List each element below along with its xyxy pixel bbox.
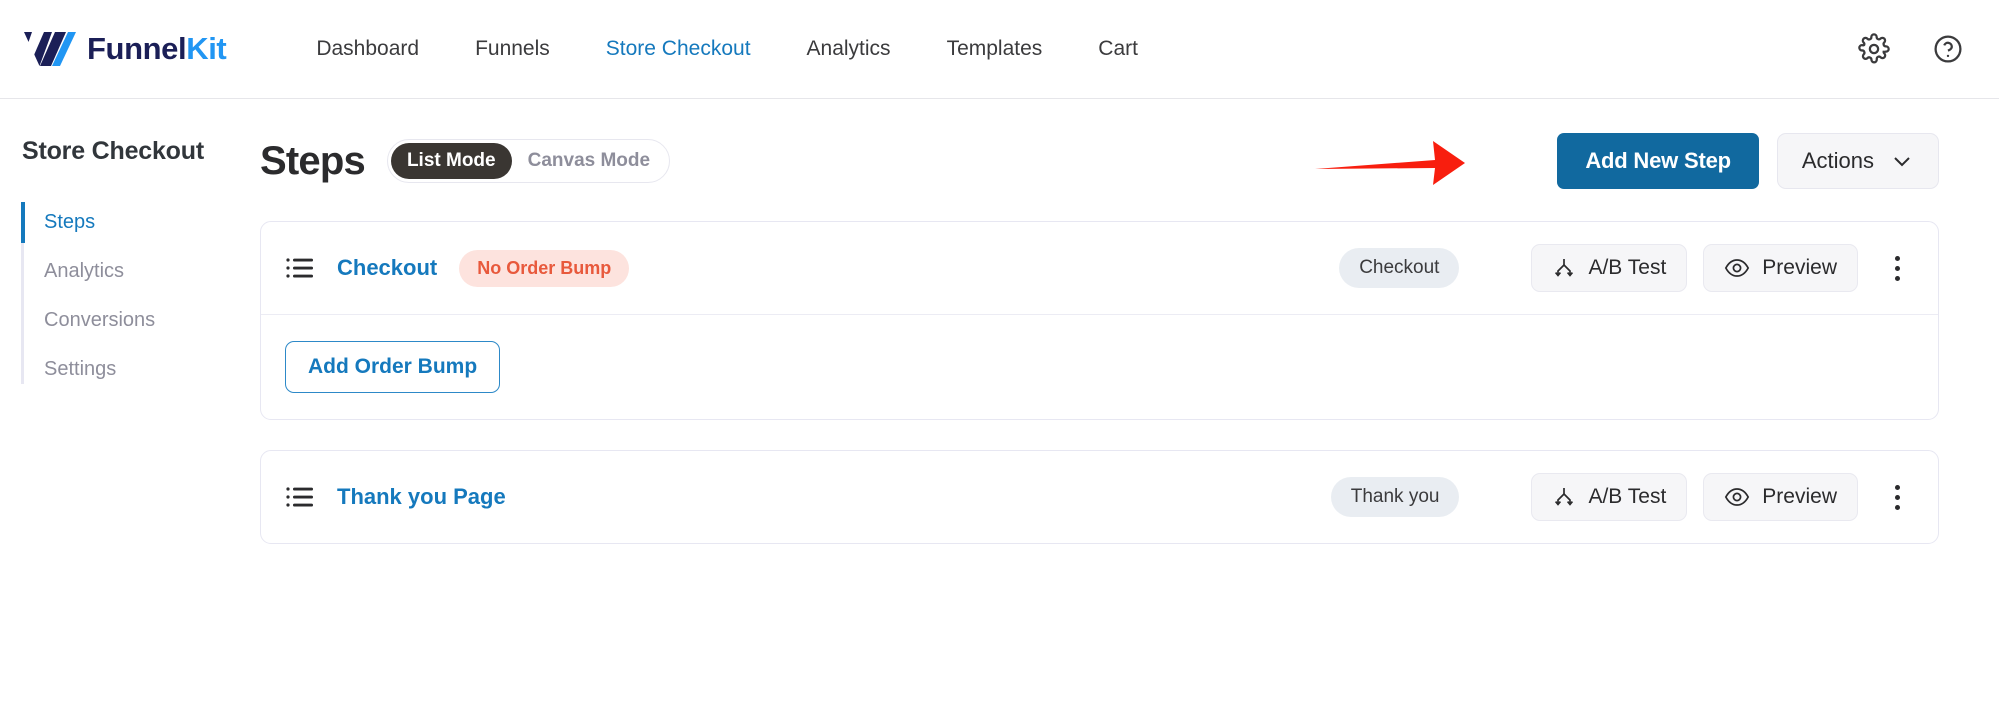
main-nav: Dashboard Funnels Store Checkout Analyti… <box>288 27 1166 71</box>
nav-item-cart[interactable]: Cart <box>1070 27 1166 71</box>
step-card-checkout: Checkout No Order Bump Checkout A/B Test… <box>260 221 1939 420</box>
kebab-menu-icon <box>1894 504 1900 510</box>
top-navigation-bar: FunnelKit Dashboard Funnels Store Checko… <box>0 0 1999 99</box>
page-layout: Store Checkout Steps Analytics Conversio… <box>0 99 1999 703</box>
view-mode-toggle: List Mode Canvas Mode <box>386 139 671 183</box>
kebab-menu-icon <box>1894 484 1900 490</box>
sidebar-item-settings[interactable]: Settings <box>22 345 248 394</box>
step-info: Checkout No Order Bump <box>285 249 630 287</box>
actions-button[interactable]: Actions <box>1776 133 1939 189</box>
nav-item-templates[interactable]: Templates <box>919 27 1071 71</box>
page-title: Steps <box>260 138 366 183</box>
add-new-step-button[interactable]: Add New Step <box>1557 133 1759 189</box>
logo-text-kit: Kit <box>186 31 227 66</box>
kebab-menu-icon <box>1894 275 1900 281</box>
logo-text-funnel: Funnel <box>87 31 187 66</box>
split-branch-icon <box>1555 259 1574 277</box>
nav-item-funnels[interactable]: Funnels <box>447 27 578 71</box>
funnelkit-logo[interactable]: FunnelKit <box>22 29 227 69</box>
order-bump-section: Add Order Bump <box>261 315 1938 419</box>
step-type-badge: Checkout <box>1339 248 1460 288</box>
kebab-menu-icon <box>1894 265 1900 271</box>
help-button[interactable] <box>1931 32 1965 66</box>
ab-test-button[interactable]: A/B Test <box>1531 244 1688 292</box>
toggle-canvas-mode[interactable]: Canvas Mode <box>512 143 666 179</box>
nav-item-dashboard[interactable]: Dashboard <box>288 27 447 71</box>
step-actions: Checkout A/B Test Preview <box>1339 244 1914 292</box>
gear-icon <box>1858 33 1890 64</box>
toggle-list-mode[interactable]: List Mode <box>390 143 512 179</box>
split-branch-icon <box>1555 488 1574 506</box>
red-arrow-annotation <box>1315 141 1465 185</box>
preview-button[interactable]: Preview <box>1703 244 1858 292</box>
sidebar-item-analytics[interactable]: Analytics <box>22 247 248 296</box>
preview-label: Preview <box>1762 256 1837 279</box>
sidebar-item-steps[interactable]: Steps <box>21 198 248 247</box>
sidebar-title: Store Checkout <box>22 137 204 165</box>
chevron-down-icon <box>1894 157 1910 167</box>
sidebar-nav: Steps Analytics Conversions Settings <box>0 198 248 394</box>
preview-label: Preview <box>1762 485 1837 508</box>
preview-button[interactable]: Preview <box>1703 473 1858 521</box>
ab-test-label: A/B Test <box>1588 485 1667 508</box>
step-name-link[interactable]: Checkout <box>337 255 437 281</box>
list-lines-icon <box>286 258 313 278</box>
step-type-badge: Thank you <box>1330 477 1460 517</box>
logo-wordmark: FunnelKit <box>87 31 227 67</box>
nav-item-analytics[interactable]: Analytics <box>779 27 919 71</box>
header-actions: Add New Step Actions <box>1557 133 1939 189</box>
table-row: Checkout No Order Bump Checkout A/B Test… <box>261 222 1938 314</box>
top-bar-actions <box>1857 32 1965 66</box>
table-row: Thank you Page Thank you A/B Test Previe… <box>261 451 1938 543</box>
main-content: Steps List Mode Canvas Mode Add New Step… <box>248 99 1999 574</box>
step-name-link[interactable]: Thank you Page <box>337 484 506 510</box>
nav-item-store-checkout[interactable]: Store Checkout <box>578 27 779 71</box>
step-info: Thank you Page <box>285 484 506 510</box>
kebab-menu-icon <box>1894 255 1900 261</box>
step-more-menu-button[interactable] <box>1880 246 1914 290</box>
sidebar: Store Checkout Steps Analytics Conversio… <box>0 99 248 394</box>
add-order-bump-button[interactable]: Add Order Bump <box>285 341 501 393</box>
ab-test-button[interactable]: A/B Test <box>1531 473 1688 521</box>
list-lines-icon <box>286 487 313 507</box>
step-more-menu-button[interactable] <box>1880 475 1914 519</box>
ab-test-label: A/B Test <box>1588 256 1667 279</box>
step-card-thank-you-page: Thank you Page Thank you A/B Test Previe… <box>260 450 1939 544</box>
eye-icon <box>1725 488 1750 506</box>
help-circle-icon <box>1934 35 1962 63</box>
funnelkit-logo-mark <box>24 32 76 66</box>
kebab-menu-icon <box>1894 494 1900 500</box>
content-header: Steps List Mode Canvas Mode Add New Step… <box>260 133 1939 189</box>
sidebar-item-conversions[interactable]: Conversions <box>22 296 248 345</box>
actions-button-label: Actions <box>1801 148 1874 173</box>
eye-icon <box>1725 259 1750 277</box>
status-badge-no-order-bump: No Order Bump <box>459 249 630 287</box>
settings-button[interactable] <box>1857 32 1891 66</box>
step-actions: Thank you A/B Test Preview <box>1330 473 1914 521</box>
